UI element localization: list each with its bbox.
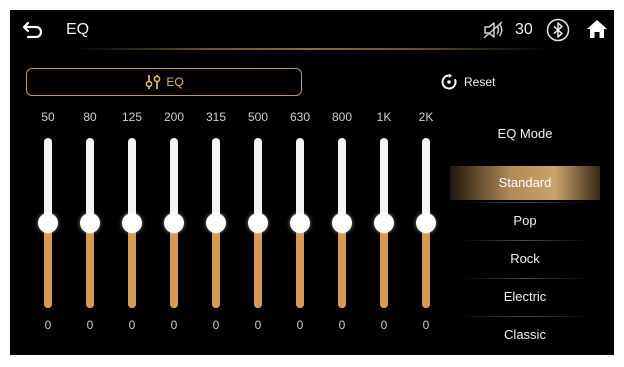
mode-divider (460, 202, 590, 203)
band-frequency-label: 200 (163, 110, 185, 124)
volume-mute-icon[interactable] (482, 19, 506, 41)
eq-mode-pop[interactable]: Pop (450, 204, 600, 238)
band-slider-knob[interactable] (80, 213, 100, 233)
band-slider-knob[interactable] (374, 213, 394, 233)
band-slider-fill (422, 223, 430, 308)
band-slider-fill (212, 223, 220, 308)
eq-mode-classic[interactable]: Classic (450, 318, 600, 352)
page-title: EQ (66, 21, 90, 38)
band-frequency-label: 2K (418, 110, 434, 124)
band-slider-fill (86, 223, 94, 308)
band-gain-value: 0 (170, 318, 178, 332)
mode-divider (460, 316, 590, 317)
eq-band-2K: 2K 0 (406, 110, 446, 340)
eq-mode-rock[interactable]: Rock (450, 242, 600, 276)
band-slider-fill (380, 223, 388, 308)
band-slider-fill (338, 223, 346, 308)
top-bar: EQ 30 (10, 10, 614, 50)
header-divider (70, 48, 550, 50)
band-slider-fill (170, 223, 178, 308)
band-frequency-label: 800 (331, 110, 353, 124)
band-slider-knob[interactable] (332, 213, 352, 233)
eq-band-50: 50 0 (28, 110, 68, 340)
eq-tab[interactable]: EQ (26, 68, 302, 96)
eq-screen: EQ 30 EQ Reset 50 0 80 0 125 0 200 0 315… (10, 10, 614, 355)
eq-band-125: 125 0 (112, 110, 152, 340)
equalizer-icon (145, 75, 161, 89)
band-slider-knob[interactable] (416, 213, 436, 233)
band-frequency-label: 1K (376, 110, 392, 124)
eq-band-80: 80 0 (70, 110, 110, 340)
eq-band-1K: 1K 0 (364, 110, 404, 340)
eq-band-315: 315 0 (196, 110, 236, 340)
eq-tab-label: EQ (166, 75, 184, 89)
eq-mode-title: EQ Mode (497, 126, 553, 141)
band-frequency-label: 80 (83, 110, 97, 124)
band-frequency-label: 500 (247, 110, 269, 124)
band-frequency-label: 630 (289, 110, 311, 124)
back-arrow-icon[interactable] (22, 19, 46, 41)
band-slider-knob[interactable] (290, 213, 310, 233)
band-gain-value: 0 (380, 318, 388, 332)
band-gain-value: 0 (422, 318, 430, 332)
band-frequency-label: 315 (205, 110, 227, 124)
band-gain-value: 0 (212, 318, 220, 332)
band-slider-fill (44, 223, 52, 308)
eq-band-200: 200 0 (154, 110, 194, 340)
band-gain-value: 0 (44, 318, 52, 332)
band-gain-value: 0 (86, 318, 94, 332)
eq-band-500: 500 0 (238, 110, 278, 340)
band-slider-fill (128, 223, 136, 308)
band-gain-value: 0 (128, 318, 136, 332)
band-gain-value: 0 (338, 318, 346, 332)
band-slider-knob[interactable] (38, 213, 58, 233)
band-gain-value: 0 (254, 318, 262, 332)
reset-label: Reset (464, 75, 496, 89)
band-slider-fill (254, 223, 262, 308)
band-slider-knob[interactable] (248, 213, 268, 233)
reset-icon (441, 73, 457, 90)
eq-mode-standard[interactable]: Standard (450, 166, 600, 200)
mode-divider (460, 278, 590, 279)
bluetooth-icon[interactable] (546, 18, 570, 42)
volume-level: 30 (515, 21, 533, 38)
band-slider-fill (296, 223, 304, 308)
band-slider-knob[interactable] (206, 213, 226, 233)
band-slider-knob[interactable] (122, 213, 142, 233)
reset-button[interactable]: Reset (440, 70, 495, 94)
mode-divider (460, 240, 590, 241)
band-gain-value: 0 (296, 318, 304, 332)
home-icon[interactable] (585, 17, 609, 41)
eq-band-630: 630 0 (280, 110, 320, 340)
eq-mode-electric[interactable]: Electric (450, 280, 600, 314)
band-slider-knob[interactable] (164, 213, 184, 233)
band-frequency-label: 50 (41, 110, 55, 124)
band-frequency-label: 125 (121, 110, 143, 124)
eq-band-800: 800 0 (322, 110, 362, 340)
